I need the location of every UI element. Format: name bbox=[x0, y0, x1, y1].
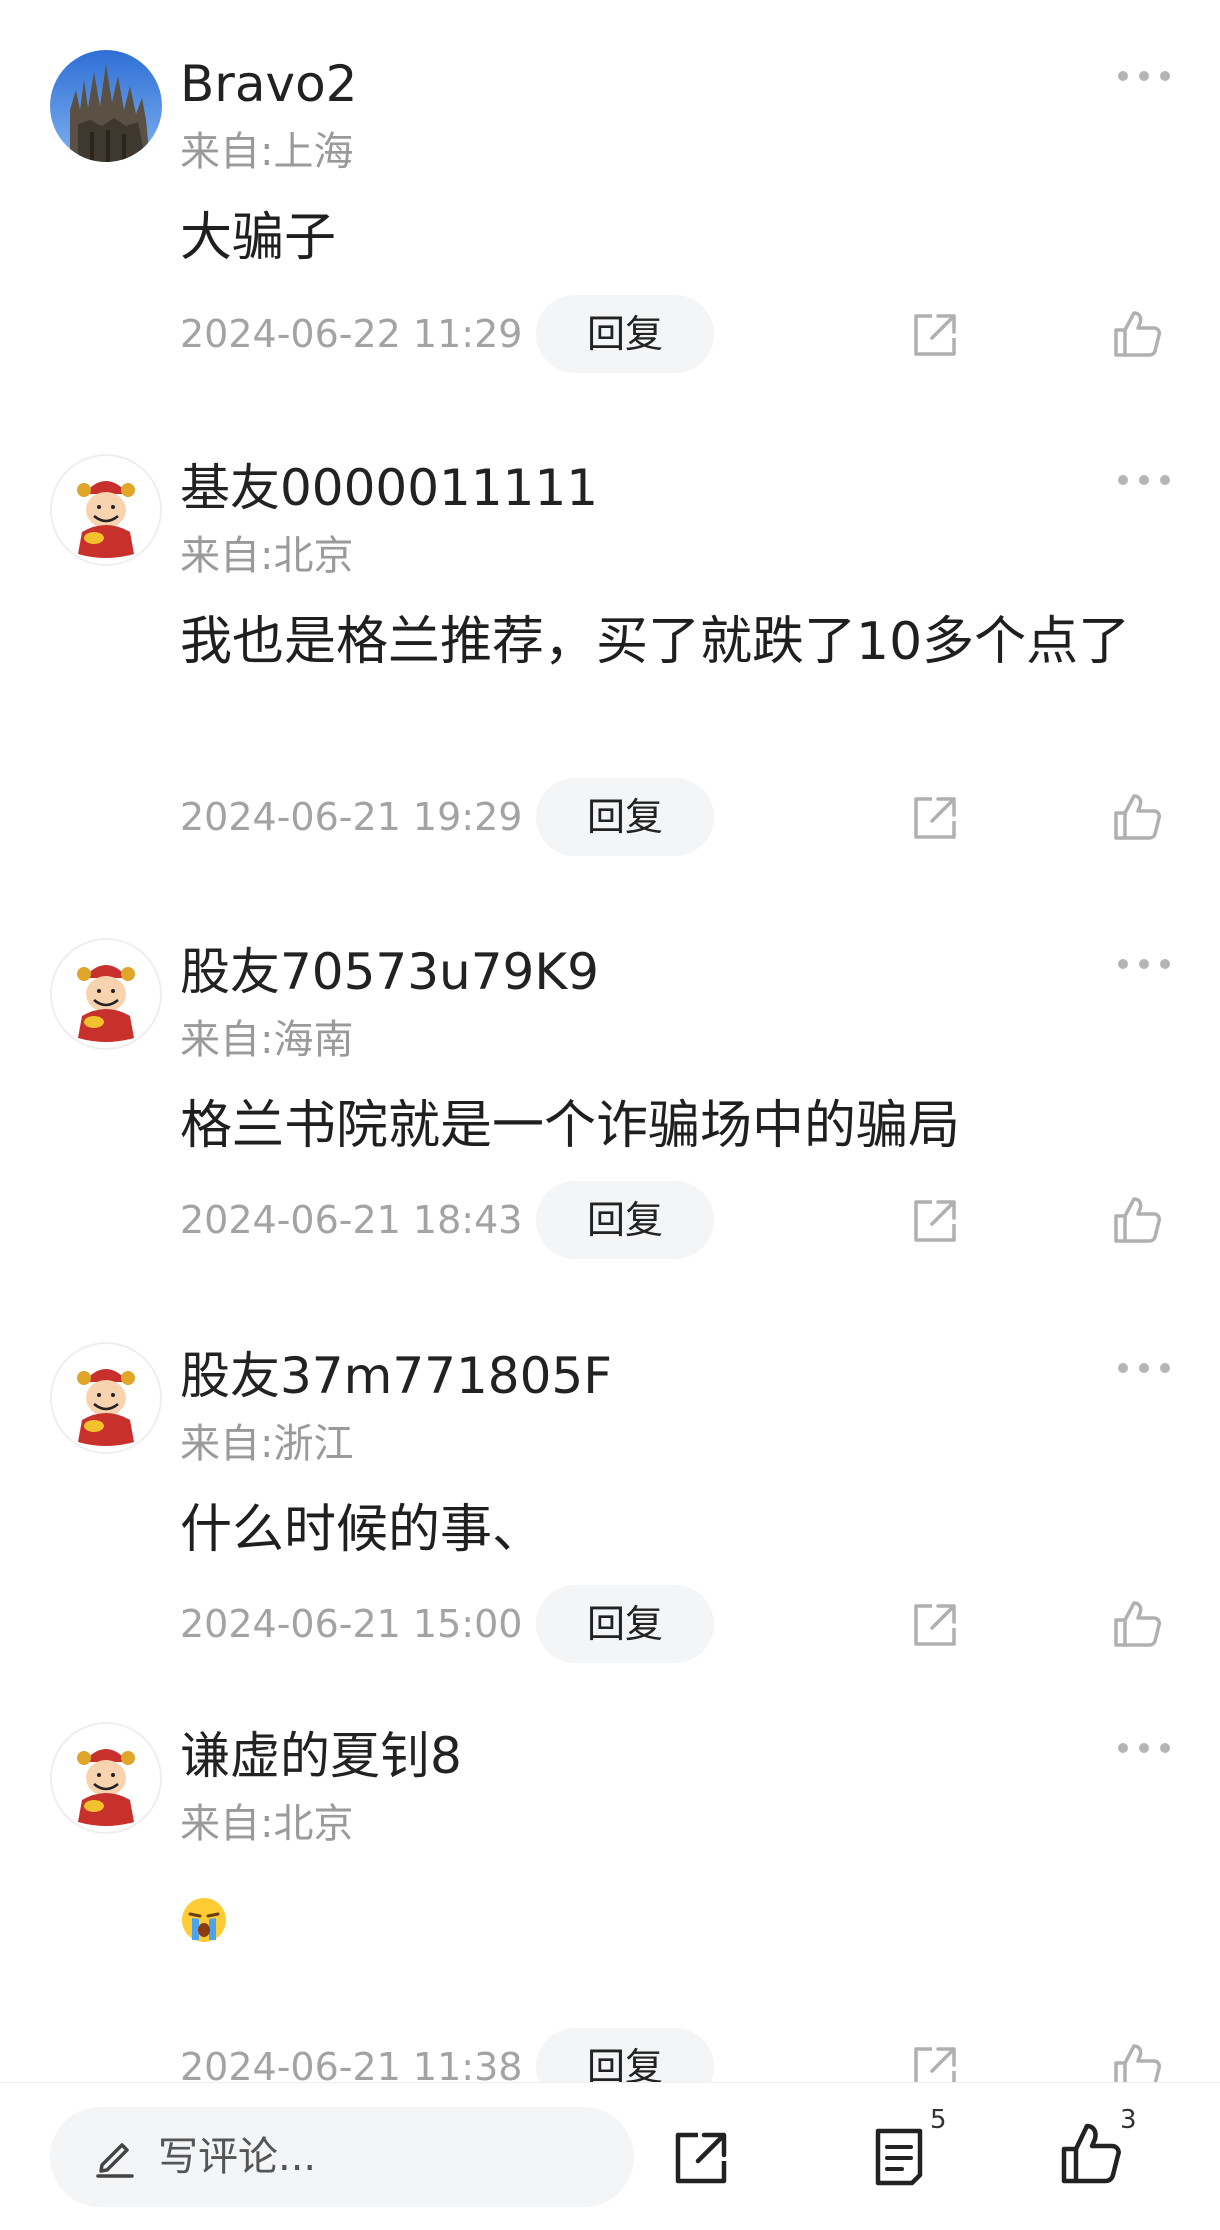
username[interactable]: 谦虚的夏钊8 bbox=[180, 1724, 462, 1788]
comment-text: 大骗子 bbox=[180, 208, 337, 268]
share-icon[interactable] bbox=[910, 310, 960, 360]
share-icon[interactable] bbox=[910, 793, 960, 843]
comment-text: 我也是格兰推荐，买了就跌了10多个点了 bbox=[180, 612, 1131, 672]
reply-button[interactable]: 回复 bbox=[536, 778, 714, 856]
thumbs-up-icon[interactable] bbox=[1112, 308, 1164, 360]
thumbs-up-icon[interactable] bbox=[1112, 791, 1164, 843]
comment-time: 2024-06-21 18:43 bbox=[180, 1198, 523, 1242]
comment-text: 格兰书院就是一个诈骗场中的骗局 bbox=[180, 1096, 961, 1156]
comment-meta: 2024-06-21 15:00 回复 bbox=[0, 1585, 1220, 1663]
comment-time: 2024-06-21 15:00 bbox=[180, 1602, 523, 1646]
comment-meta: 2024-06-21 19:29 回复 bbox=[0, 778, 1220, 856]
bottom-action-bar: 写评论... 5 3 bbox=[0, 2082, 1220, 2230]
cathedral-photo-avatar bbox=[50, 50, 162, 162]
comment-item: 基友0000011111 来自:北京 我也是格兰推荐，买了就跌了10多个点了 2… bbox=[0, 404, 1220, 856]
username[interactable]: 基友0000011111 bbox=[180, 456, 598, 520]
fortune-god-avatar bbox=[50, 454, 162, 566]
thumbs-up-icon[interactable] bbox=[1112, 1194, 1164, 1246]
fortune-god-avatar bbox=[50, 1342, 162, 1454]
reply-button[interactable]: 回复 bbox=[536, 1181, 714, 1259]
username[interactable]: Bravo2 bbox=[180, 52, 358, 116]
user-avatar[interactable] bbox=[50, 1722, 162, 1834]
user-location: 来自:北京 bbox=[180, 533, 354, 579]
user-location: 来自:上海 bbox=[180, 129, 354, 175]
comment-time: 2024-06-21 19:29 bbox=[180, 795, 523, 839]
more-options-icon[interactable] bbox=[1118, 954, 1170, 974]
username[interactable]: 股友70573u79K9 bbox=[180, 940, 599, 1004]
comments-list-icon[interactable] bbox=[872, 2127, 926, 2187]
crying-face-emoji-icon bbox=[182, 1898, 226, 1942]
more-options-icon[interactable] bbox=[1118, 66, 1170, 86]
comment-item: 股友70573u79K9 来自:海南 格兰书院就是一个诈骗场中的骗局 2024-… bbox=[0, 888, 1220, 1259]
more-options-icon[interactable] bbox=[1118, 470, 1170, 490]
fortune-god-avatar bbox=[50, 1722, 162, 1834]
comment-meta: 2024-06-21 18:43 回复 bbox=[0, 1181, 1220, 1259]
share-icon[interactable] bbox=[910, 1600, 960, 1650]
more-options-icon[interactable] bbox=[1118, 1738, 1170, 1758]
comment-placeholder: 写评论... bbox=[158, 2134, 317, 2180]
more-options-icon[interactable] bbox=[1118, 1358, 1170, 1378]
pencil-icon bbox=[96, 2143, 134, 2178]
fortune-god-avatar bbox=[50, 938, 162, 1050]
comment-count-badge: 5 bbox=[930, 2105, 947, 2135]
user-location: 来自:海南 bbox=[180, 1017, 354, 1063]
like-count-badge: 3 bbox=[1120, 2105, 1137, 2135]
thumbs-up-icon[interactable] bbox=[1112, 1598, 1164, 1650]
comment-text: 什么时候的事、 bbox=[180, 1500, 545, 1560]
comment-meta: 2024-06-22 11:29 回复 bbox=[0, 295, 1220, 373]
thumbs-up-icon[interactable] bbox=[1060, 2121, 1122, 2185]
write-comment-input[interactable]: 写评论... bbox=[50, 2107, 634, 2207]
username[interactable]: 股友37m771805F bbox=[180, 1344, 612, 1408]
share-icon[interactable] bbox=[910, 1196, 960, 1246]
reply-button[interactable]: 回复 bbox=[536, 295, 714, 373]
comment-time: 2024-06-22 11:29 bbox=[180, 312, 523, 356]
reply-button[interactable]: 回复 bbox=[536, 1585, 714, 1663]
comment-item: 谦虚的夏钊8 来自:北京 2024-06-21 11:38 回复 bbox=[0, 1672, 1220, 2106]
user-location: 来自:北京 bbox=[180, 1801, 354, 1847]
user-avatar[interactable] bbox=[50, 50, 162, 162]
user-location: 来自:浙江 bbox=[180, 1421, 354, 1467]
comment-item: Bravo2 来自:上海 大骗子 2024-06-22 11:29 回复 bbox=[0, 0, 1220, 373]
user-avatar[interactable] bbox=[50, 1342, 162, 1454]
user-avatar[interactable] bbox=[50, 938, 162, 1050]
user-avatar[interactable] bbox=[50, 454, 162, 566]
share-icon[interactable] bbox=[672, 2129, 730, 2187]
comment-item: 股友37m771805F 来自:浙江 什么时候的事、 2024-06-21 15… bbox=[0, 1292, 1220, 1663]
